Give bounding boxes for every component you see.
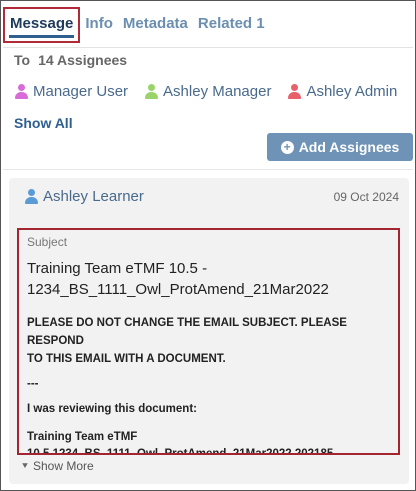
sender-name: Ashley Learner xyxy=(43,188,144,205)
subject-line: 1234_BS_1111_Owl_ProtAmend_21Mar2022 xyxy=(27,281,329,298)
assignee-count: 14 Assignees xyxy=(38,52,128,68)
reviewing-text: I was reviewing this document: xyxy=(27,403,197,415)
to-label: To xyxy=(14,52,31,68)
message-sender[interactable]: Ashley Learner xyxy=(25,188,144,205)
tab-bar: Message Info Metadata Related 1 xyxy=(3,7,413,47)
assignee-list: Manager User Ashley Manager Ashley Admin xyxy=(15,83,414,100)
tab-divider xyxy=(3,47,413,48)
assignee-name: Ashley Admin xyxy=(306,83,398,100)
show-more-link[interactable]: ⯆ Show More xyxy=(21,459,94,473)
message-panel: Message Info Metadata Related 1 To 14 Ass… xyxy=(0,0,416,491)
assignee-name: Manager User xyxy=(33,83,129,100)
show-all-link[interactable]: Show All xyxy=(14,115,73,131)
recipients-header: To 14 Assignees xyxy=(14,52,127,68)
document-line: 10.5 1234_BS_1111_Owl_ProtAmend_21Mar202… xyxy=(27,448,334,455)
plus-circle-icon: + xyxy=(280,140,294,154)
document-name: Training Team eTMF 10.5 1234_BS_1111_Owl… xyxy=(27,429,390,455)
add-assignees-label: Add Assignees xyxy=(298,139,400,155)
show-more-label: Show More xyxy=(33,459,94,473)
assignee-item[interactable]: Ashley Admin xyxy=(288,83,397,100)
subject-line: Training Team eTMF 10.5 - xyxy=(27,260,208,277)
subject-label: Subject xyxy=(27,235,68,249)
assignee-item[interactable]: Ashley Manager xyxy=(145,83,271,100)
separator-text: --- xyxy=(27,378,39,390)
add-assignees-button[interactable]: + Add Assignees xyxy=(267,133,413,161)
tab-related[interactable]: Related 1 xyxy=(193,7,270,43)
person-icon xyxy=(15,84,28,99)
person-icon xyxy=(288,84,302,99)
tab-message[interactable]: Message xyxy=(3,7,81,43)
notice-text: PLEASE DO NOT CHANGE THE EMAIL SUBJECT. … xyxy=(27,314,390,368)
person-icon xyxy=(145,84,159,99)
message-body: Subject Training Team eTMF 10.5 - 1234_B… xyxy=(17,228,400,455)
notice-line: TO THIS EMAIL WITH A DOCUMENT. xyxy=(27,353,226,365)
notice-line: PLEASE DO NOT CHANGE THE EMAIL SUBJECT. … xyxy=(27,317,347,347)
document-line: Training Team eTMF xyxy=(27,431,138,443)
section-divider xyxy=(3,169,413,170)
assignee-item[interactable]: Manager User xyxy=(15,83,128,100)
tab-metadata[interactable]: Metadata xyxy=(118,7,193,43)
person-icon xyxy=(25,189,38,204)
message-date: 09 Oct 2024 xyxy=(333,190,399,204)
message-card: Ashley Learner 09 Oct 2024 Subject Train… xyxy=(9,178,409,484)
chevron-down-icon: ⯆ xyxy=(21,460,29,472)
tab-info[interactable]: Info xyxy=(80,7,118,43)
subject-text: Training Team eTMF 10.5 - 1234_BS_1111_O… xyxy=(27,258,390,300)
assignee-name: Ashley Manager xyxy=(163,83,272,100)
